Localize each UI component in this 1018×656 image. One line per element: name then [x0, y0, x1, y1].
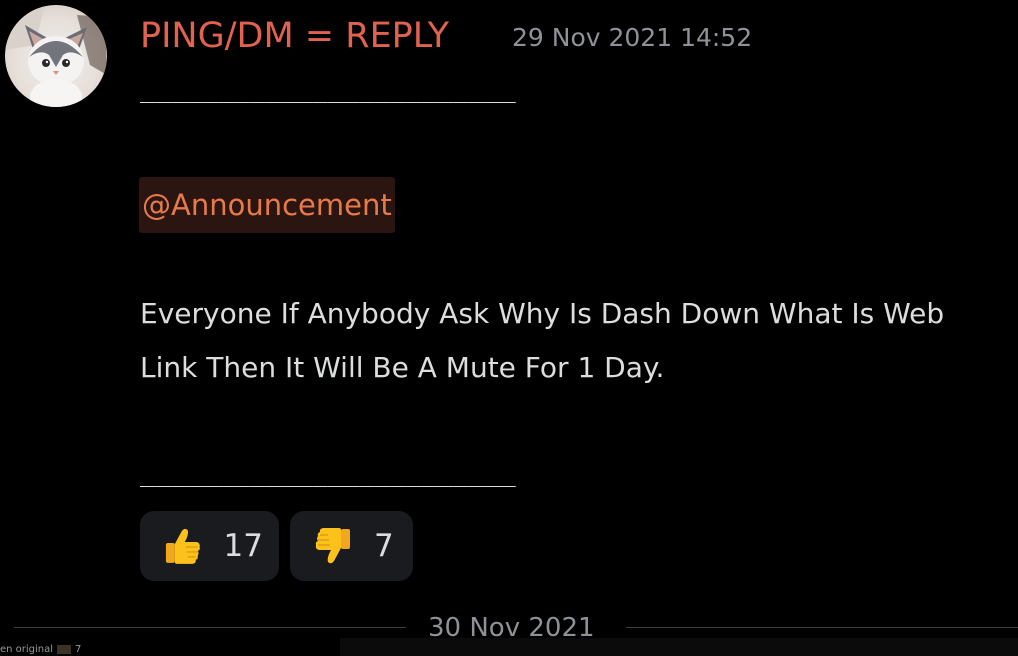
- cat-icon: [5, 5, 107, 107]
- reaction-chip-icon: [57, 644, 72, 654]
- corner-overlay-count: 7: [75, 644, 82, 655]
- reaction-count: 17: [223, 528, 263, 564]
- message-body: Everyone If Anybody Ask Why Is Dash Down…: [140, 297, 945, 384]
- role-mention[interactable]: @Announcement: [139, 177, 395, 233]
- date-divider-line: [626, 627, 1018, 628]
- date-divider-line: [14, 627, 406, 628]
- divider-rule-top: ________________________: [140, 74, 516, 104]
- corner-overlay: en original 7: [0, 643, 81, 656]
- reaction-thumbs-up[interactable]: 17: [140, 511, 279, 581]
- message-author[interactable]: PING/DM = REPLY: [140, 10, 449, 62]
- reaction-thumbs-down[interactable]: 7: [290, 511, 413, 581]
- avatar[interactable]: [5, 5, 107, 107]
- reaction-count: 7: [374, 528, 394, 564]
- divider-rule-bottom: ________________________: [140, 458, 516, 488]
- thumbs-up-icon: [165, 528, 200, 564]
- message-timestamp: 29 Nov 2021 14:52: [512, 23, 753, 52]
- corner-overlay-label: en original: [0, 644, 54, 655]
- bottom-overlay-strip: [340, 638, 1018, 656]
- thumbs-down-icon: [315, 528, 350, 564]
